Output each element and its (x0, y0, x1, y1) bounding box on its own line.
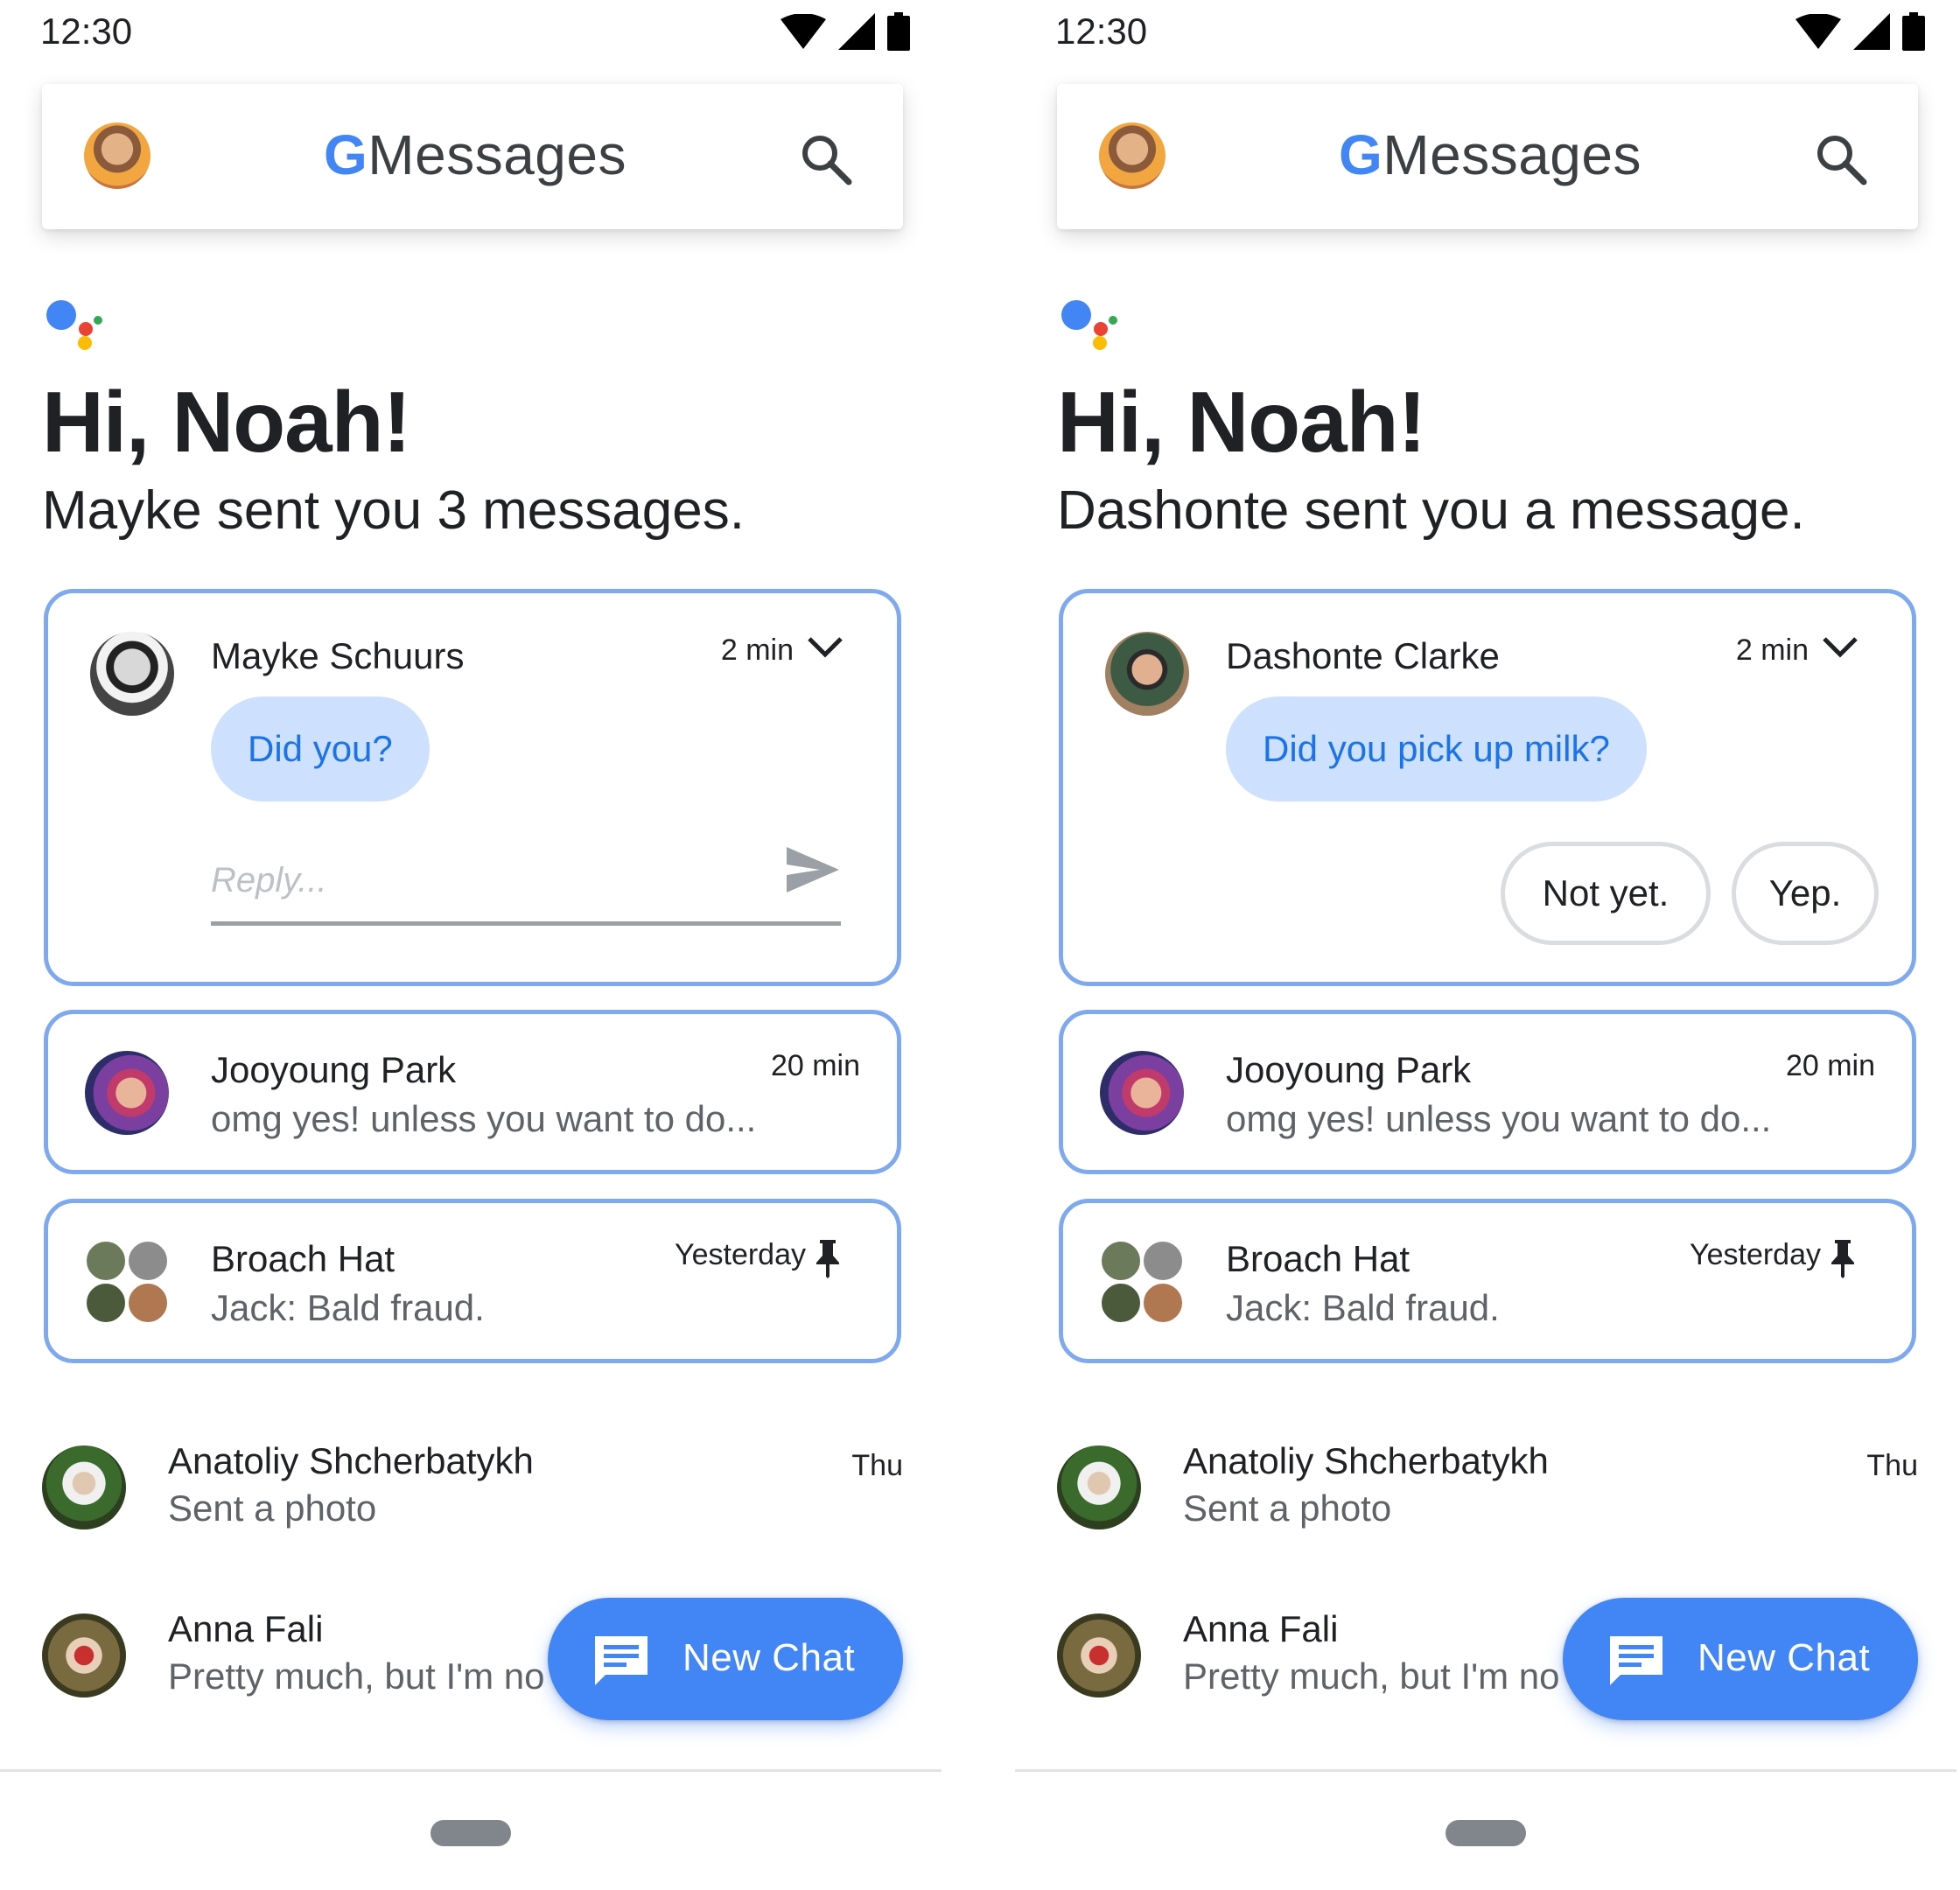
message-bubble: Did you pick up milk? (1226, 696, 1647, 802)
chat-icon (1610, 1636, 1662, 1685)
avatar (1057, 1614, 1141, 1698)
message-snippet: Pretty much, but I'm no (168, 1656, 545, 1697)
avatar (1105, 632, 1189, 716)
pin-icon (1831, 1240, 1854, 1278)
home-gesture-pill[interactable] (430, 1820, 511, 1846)
contact-name: Anna Fali (1183, 1608, 1339, 1649)
expanded-conversation-card[interactable]: Dashonte Clarke 2 min Did you pick up mi… (1059, 589, 1916, 986)
group-avatar (85, 1240, 172, 1327)
pin-icon (816, 1240, 839, 1278)
message-bubble: Did you? (211, 696, 430, 802)
avatar (1100, 1051, 1184, 1135)
message-time: Thu (1866, 1449, 1918, 1482)
message-snippet: Jack: Bald fraud. (211, 1287, 485, 1328)
contact-name: Jooyoung Park (211, 1049, 457, 1090)
status-bar: 12:30 (1015, 0, 1960, 61)
battery-icon (1902, 12, 1925, 51)
search-icon[interactable] (1813, 131, 1869, 187)
contact-name: Dashonte Clarke (1226, 635, 1500, 676)
chevron-down-icon[interactable] (1821, 634, 1859, 662)
nav-divider (0, 1769, 942, 1772)
conversation-card[interactable]: Jooyoung Park 20 min omg yes! unless you… (44, 1010, 901, 1174)
reply-input[interactable]: Reply... (211, 852, 841, 926)
conversation-card[interactable]: Jooyoung Park 20 min omg yes! unless you… (1059, 1010, 1916, 1174)
google-g-logo: G (1339, 123, 1383, 186)
app-title-text: Messages (368, 123, 626, 186)
avatar (85, 1051, 169, 1135)
list-item[interactable]: Anatoliy Shcherbatykh Sent a photo Thu (1057, 1435, 1918, 1558)
message-time: Yesterday (675, 1238, 806, 1271)
status-icons (780, 12, 910, 51)
message-time: 2 min (720, 634, 794, 667)
message-time: 2 min (1735, 634, 1809, 667)
google-assistant-icon (1061, 300, 1117, 350)
conversation-card[interactable]: Broach Hat Yesterday Jack: Bald fraud. (44, 1199, 901, 1363)
message-time: Thu (851, 1449, 903, 1482)
conversation-card[interactable]: Broach Hat Yesterday Jack: Bald fraud. (1059, 1199, 1916, 1363)
smart-reply-chip[interactable]: Yep. (1732, 842, 1879, 945)
message-snippet: Sent a photo (168, 1488, 377, 1529)
status-time: 12:30 (1055, 10, 1148, 52)
new-chat-label: New Chat (1698, 1636, 1871, 1679)
contact-name: Anatoliy Shcherbatykh (168, 1440, 534, 1481)
status-icons (1796, 12, 1925, 51)
contact-name: Anna Fali (168, 1608, 324, 1649)
cellular-signal-icon (838, 13, 875, 50)
avatar (1057, 1446, 1141, 1530)
message-time: Yesterday (1690, 1238, 1821, 1271)
message-snippet: Pretty much, but I'm no (1183, 1656, 1560, 1697)
app-title-text: Messages (1382, 123, 1642, 186)
assistant-greeting: Hi, Noah! (1057, 374, 1426, 470)
profile-avatar[interactable] (1099, 122, 1166, 189)
phone-screen-right: 12:30 GMessages Hi, Noah! Dashonte sent … (1015, 0, 1960, 1890)
list-item[interactable]: Anatoliy Shcherbatykh Sent a photo Thu (42, 1435, 903, 1558)
message-time: 20 min (1785, 1049, 1875, 1082)
avatar (90, 632, 174, 716)
search-icon[interactable] (798, 131, 854, 187)
contact-name: Anatoliy Shcherbatykh (1183, 1440, 1549, 1481)
app-bar: GMessages (1057, 84, 1918, 229)
contact-name: Broach Hat (211, 1238, 396, 1279)
cellular-signal-icon (1853, 13, 1890, 50)
wifi-icon (1796, 14, 1841, 49)
message-snippet: Jack: Bald fraud. (1226, 1287, 1500, 1328)
nav-divider (1015, 1769, 1956, 1772)
message-snippet: Sent a photo (1183, 1488, 1392, 1529)
avatar (42, 1446, 126, 1530)
assistant-greeting: Hi, Noah! (42, 374, 411, 470)
contact-name: Jooyoung Park (1226, 1049, 1472, 1090)
chevron-down-icon[interactable] (806, 634, 844, 662)
contact-name: Broach Hat (1226, 1238, 1410, 1279)
status-time: 12:30 (40, 10, 133, 52)
new-chat-button[interactable]: New Chat (548, 1598, 903, 1720)
app-title: GMessages (1339, 122, 1642, 187)
phone-screen-left: 12:30 GMessages Hi, Noah! Mayke sent you… (0, 0, 945, 1890)
google-g-logo: G (324, 123, 368, 186)
new-chat-button[interactable]: New Chat (1563, 1598, 1918, 1720)
expanded-conversation-card[interactable]: Mayke Schuurs 2 min Did you? Reply... (44, 589, 901, 986)
message-snippet: omg yes! unless you want to do... (1226, 1098, 1772, 1139)
message-snippet: omg yes! unless you want to do... (211, 1098, 757, 1139)
home-gesture-pill[interactable] (1446, 1820, 1526, 1846)
contact-name: Mayke Schuurs (211, 635, 465, 676)
wifi-icon (780, 14, 826, 49)
chat-icon (595, 1636, 648, 1685)
smart-reply-chip[interactable]: Not yet. (1501, 842, 1711, 945)
assistant-summary: Mayke sent you 3 messages. (42, 480, 745, 541)
send-icon[interactable] (785, 845, 841, 894)
group-avatar (1100, 1240, 1187, 1327)
status-bar: 12:30 (0, 0, 945, 61)
message-time: 20 min (770, 1049, 860, 1082)
app-bar: GMessages (42, 84, 903, 229)
profile-avatar[interactable] (84, 122, 150, 189)
assistant-summary: Dashonte sent you a message. (1057, 480, 1805, 541)
avatar (42, 1614, 126, 1698)
google-assistant-icon (46, 300, 102, 350)
app-title: GMessages (324, 122, 626, 187)
battery-icon (887, 12, 910, 51)
new-chat-label: New Chat (682, 1636, 856, 1679)
